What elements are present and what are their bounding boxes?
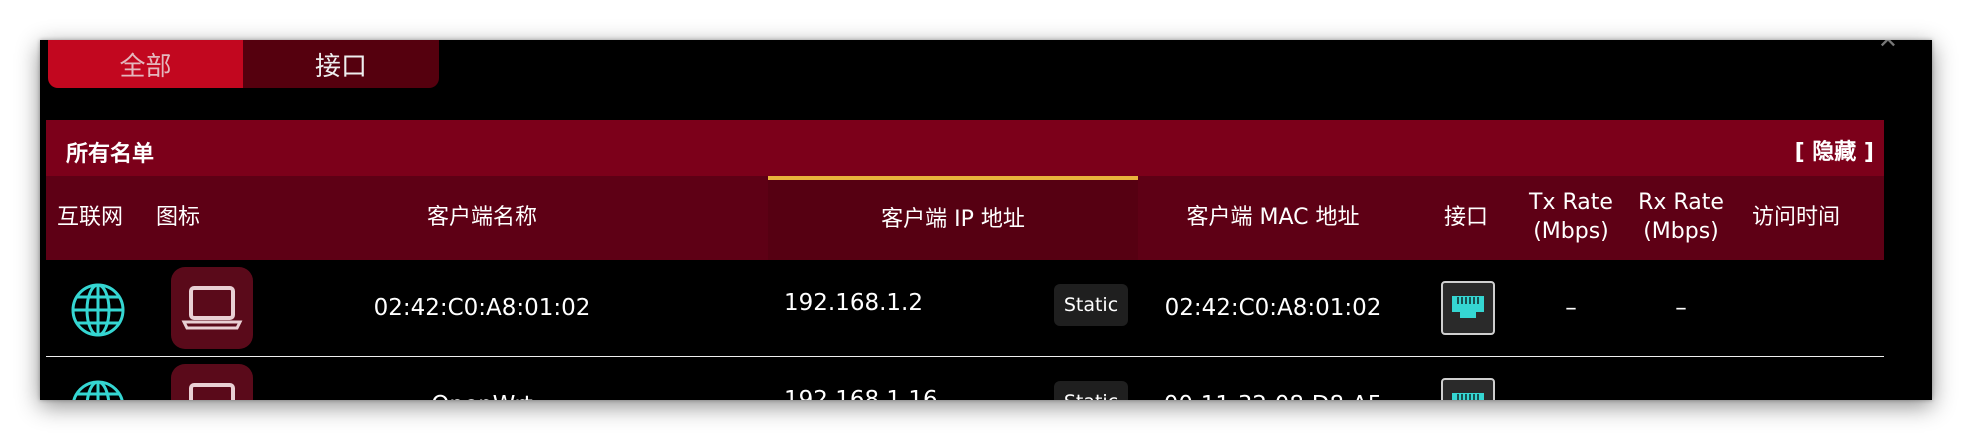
col-client-mac[interactable]: 客户端 MAC 地址 — [1138, 176, 1408, 260]
col-internet[interactable]: 互联网 — [46, 176, 134, 260]
hide-button[interactable]: [ 隐藏 ] — [1795, 134, 1874, 166]
rx-rate — [1631, 357, 1731, 400]
ip-type-badge: Static — [1054, 284, 1128, 326]
client-name: OpenWrt — [222, 357, 742, 400]
client-mac: 00:11:32:08:D8:A5 — [1138, 357, 1408, 400]
col-client-ip[interactable]: 客户端 IP 地址 — [768, 176, 1138, 260]
ip-type-badge: Static — [1054, 381, 1128, 400]
col-tx-rate[interactable]: Tx Rate (Mbps) — [1521, 176, 1621, 260]
col-interface[interactable]: 接口 — [1416, 176, 1516, 260]
tab-all[interactable]: 全部 — [48, 40, 243, 88]
ethernet-port-icon — [1441, 378, 1495, 400]
client-mac: 02:42:C0:A8:01:02 — [1164, 295, 1382, 321]
close-icon[interactable]: ✕ — [1878, 40, 1898, 54]
list-title-bar: 所有名单 [ 隐藏 ] — [46, 120, 1884, 176]
globe-icon — [72, 380, 124, 400]
access-time — [1736, 357, 1856, 400]
client-ip: 192.168.1.16 — [784, 387, 938, 400]
col-rx-rate[interactable]: Rx Rate (Mbps) — [1631, 176, 1731, 260]
col-client-name[interactable]: 客户端名称 — [222, 176, 742, 260]
ethernet-port-icon — [1441, 281, 1495, 335]
col-access-time[interactable]: 访问时间 — [1736, 176, 1856, 260]
client-name: 02:42:C0:A8:01:02 — [373, 295, 591, 321]
tx-rate — [1521, 357, 1621, 400]
table-row[interactable]: OpenWrt 192.168.1.16 Static 00:11:32:08:… — [46, 357, 1884, 400]
table-row[interactable]: 02:42:C0:A8:01:02 192.168.1.2 Static 02:… — [46, 260, 1884, 356]
access-time — [1736, 260, 1856, 356]
client-ip: 192.168.1.2 — [784, 290, 923, 316]
client-list-window: ✕ 全部 接口 所有名单 [ 隐藏 ] 互联网 图标 客户端名称 客户端 IP … — [40, 40, 1932, 400]
col-icon[interactable]: 图标 — [134, 176, 222, 260]
tx-rate: – — [1565, 295, 1577, 321]
list-title: 所有名单 — [66, 142, 155, 167]
tab-interface[interactable]: 接口 — [243, 40, 439, 88]
table-header: 互联网 图标 客户端名称 客户端 IP 地址 客户端 MAC 地址 接口 Tx … — [46, 176, 1884, 260]
rx-rate: – — [1675, 295, 1687, 321]
globe-icon — [71, 283, 125, 337]
